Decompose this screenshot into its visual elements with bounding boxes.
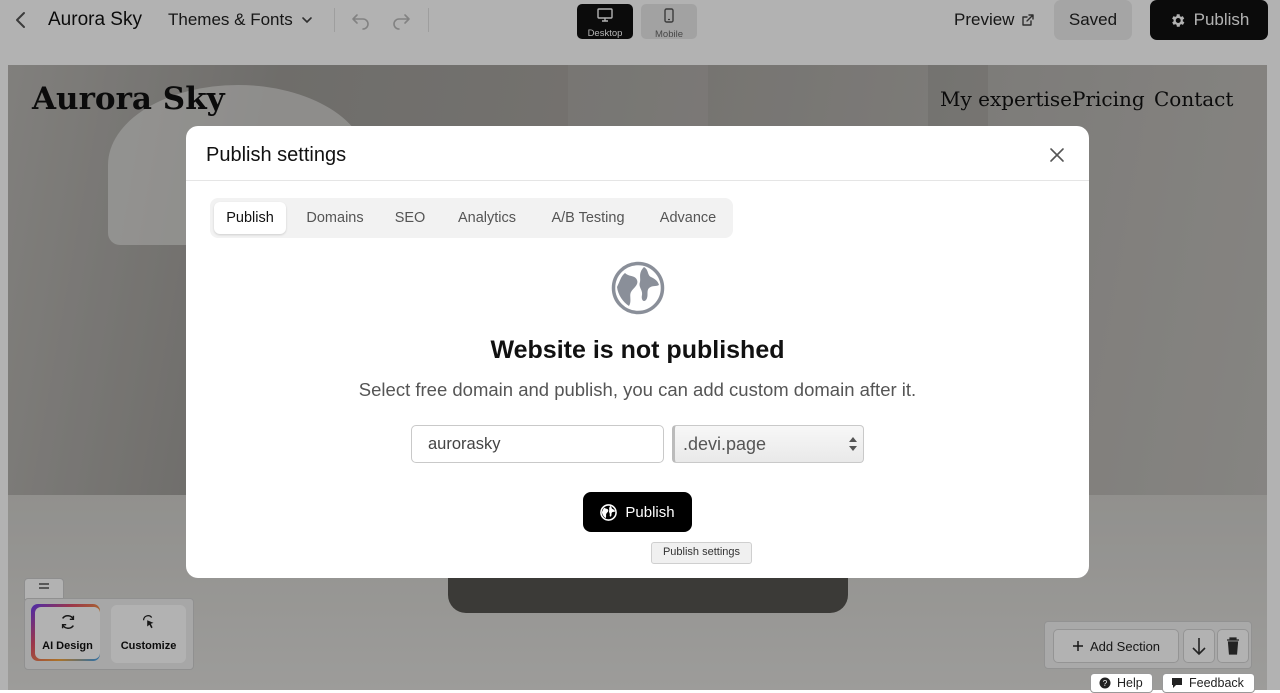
- select-arrows-icon: [849, 437, 857, 451]
- publish-status-subheading: Select free domain and publish, you can …: [358, 379, 917, 400]
- domain-suffix-value: .devi.page: [683, 434, 767, 454]
- publish-settings-modal: Publish settings Publish Domains SEO Ana…: [186, 126, 1089, 578]
- subdomain-input[interactable]: [411, 425, 664, 463]
- chat-bubble-icon: [1172, 678, 1182, 688]
- tab-seo[interactable]: SEO: [386, 202, 434, 234]
- modal-title: Publish settings: [206, 144, 347, 166]
- globe-small-icon: [600, 503, 618, 521]
- globe-icon: [611, 261, 665, 315]
- help-button[interactable]: ? Help: [1090, 673, 1153, 693]
- feedback-button[interactable]: Feedback: [1162, 673, 1255, 693]
- tab-analytics[interactable]: Analytics: [444, 202, 530, 234]
- settings-tabs: Publish Domains SEO Analytics A/B Testin…: [210, 198, 733, 238]
- publish-status-heading: Website is not published: [490, 336, 785, 364]
- tab-domains[interactable]: Domains: [296, 202, 374, 234]
- question-icon: ?: [1099, 677, 1111, 689]
- tab-ab-testing[interactable]: A/B Testing: [540, 202, 636, 234]
- publish-button[interactable]: Publish: [583, 492, 692, 532]
- close-icon[interactable]: [1048, 146, 1066, 164]
- help-label: Help: [1117, 676, 1143, 690]
- tab-advance[interactable]: Advance: [646, 202, 730, 234]
- tab-publish[interactable]: Publish: [214, 202, 286, 234]
- svg-text:?: ?: [1103, 679, 1108, 688]
- publish-tooltip: Publish settings: [651, 542, 752, 564]
- modal-header: Publish settings: [186, 126, 1089, 181]
- feedback-label: Feedback: [1189, 676, 1244, 690]
- publish-button-label: Publish: [625, 503, 675, 521]
- domain-suffix-select[interactable]: .devi.page: [672, 425, 864, 463]
